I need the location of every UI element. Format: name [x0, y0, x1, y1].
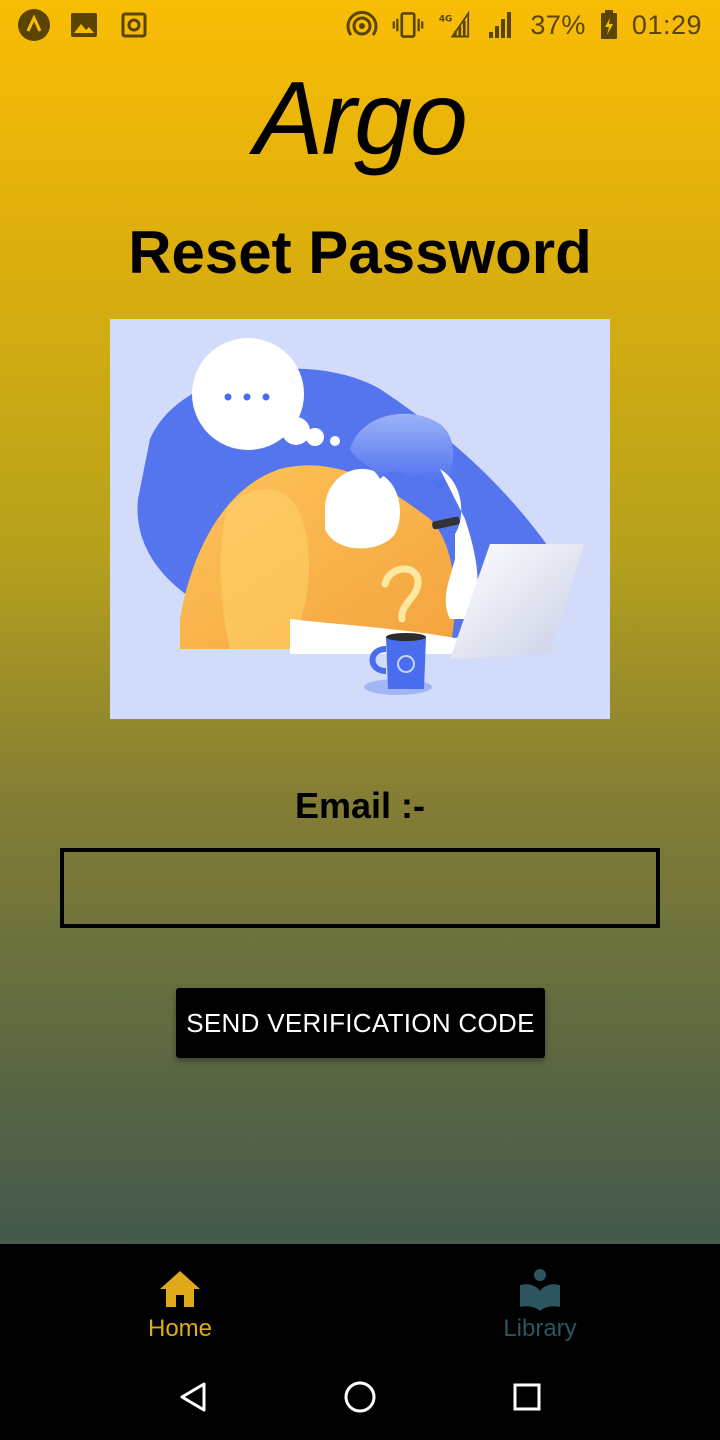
status-bar: 4G 37% 01:29 — [0, 0, 720, 50]
app-icon — [18, 9, 50, 41]
home-icon — [156, 1265, 204, 1313]
nav-label-home: Home — [147, 1315, 213, 1342]
reset-password-illustration — [110, 319, 610, 719]
system-navigation-bar — [0, 1354, 720, 1440]
status-left-icons — [18, 9, 150, 41]
hotspot-icon — [346, 9, 378, 41]
clock: 01:29 — [631, 9, 702, 40]
recents-icon[interactable] — [503, 1373, 551, 1421]
back-icon[interactable] — [169, 1373, 217, 1421]
send-verification-code-button[interactable]: SEND VERIFICATION CODE — [176, 988, 545, 1058]
battery-charging-icon — [600, 9, 618, 41]
battery-percent: 37% — [530, 9, 586, 40]
signal-icon — [484, 9, 516, 41]
email-label: Email :- — [294, 785, 426, 826]
vibrate-icon — [392, 9, 424, 41]
nav-label-library: Library — [503, 1315, 577, 1342]
status-right-icons: 4G 37% 01:29 — [346, 9, 702, 41]
home-circle-icon[interactable] — [336, 1373, 384, 1421]
email-field[interactable] — [60, 848, 660, 928]
nav-item-home[interactable]: Home — [0, 1244, 360, 1354]
page-title: Reset Password — [128, 219, 592, 286]
nav-item-library[interactable]: Library — [360, 1244, 720, 1354]
signal-4g-icon: 4G — [438, 9, 470, 41]
brand-logo: Argo — [254, 61, 468, 177]
camera-icon — [118, 9, 150, 41]
bottom-navigation: Home Library — [0, 1244, 720, 1354]
library-icon — [516, 1265, 564, 1313]
svg-text:4G: 4G — [439, 14, 452, 24]
image-icon — [68, 9, 100, 41]
